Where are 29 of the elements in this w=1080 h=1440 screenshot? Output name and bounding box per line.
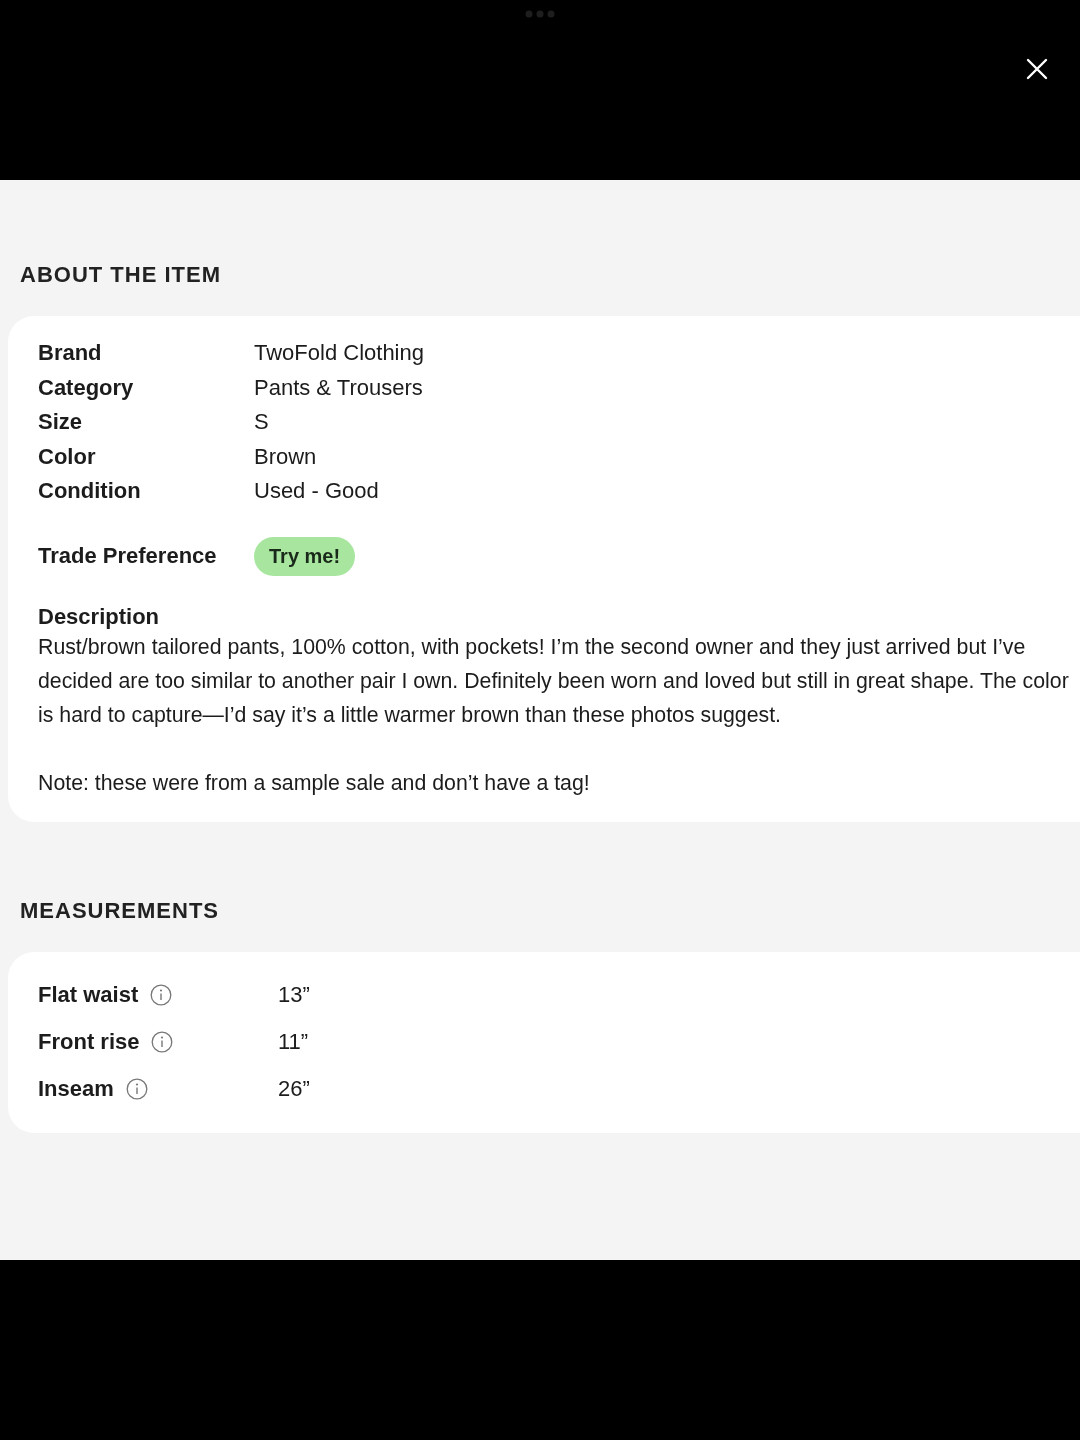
close-icon	[1026, 58, 1048, 80]
info-icon[interactable]	[125, 1078, 148, 1100]
section-heading: MEASUREMENTS	[20, 897, 220, 924]
measurement-value: 11”	[278, 1029, 309, 1055]
page-dots-icon	[524, 9, 556, 19]
info-icon[interactable]	[150, 984, 173, 1006]
measurement-value: 26”	[278, 1076, 310, 1102]
measurement-label: Inseam	[38, 1076, 114, 1102]
detail-label: Category	[38, 373, 135, 402]
measurement-label: Flat waist	[38, 982, 139, 1008]
detail-value: Pants & Trousers	[254, 373, 424, 402]
detail-label: Color	[38, 442, 97, 471]
info-icon[interactable]	[151, 1031, 174, 1053]
measurement-label: Front rise	[38, 1029, 140, 1055]
detail-value: S	[254, 408, 270, 436]
detail-value: Brown	[254, 442, 318, 471]
description-text: Note: these were from a sample sale and don’t have a tag!	[38, 769, 591, 797]
detail-value: TwoFold Clothing	[254, 339, 424, 367]
detail-value: Used - Good	[254, 477, 380, 505]
description-text: Rust/brown tailored pants, 100% cotton, with pockets! I’m the second owner and they just arrived but I’ve decided are too similar to another pair I own. Definitely been worn and loved but still in great shape. The color is hard to capture—I’d say it’s a little warmer brown than these photos suggest.	[38, 633, 1070, 729]
close-button[interactable]	[1026, 58, 1048, 80]
detail-label: Size	[38, 408, 84, 436]
detail-label: Brand	[38, 339, 103, 367]
trade-preference-label: Trade Preference	[38, 543, 218, 569]
detail-label: Condition	[38, 477, 142, 505]
measurement-value: 13”	[278, 982, 310, 1008]
trade-badge: Try me!	[254, 536, 356, 576]
description-label: Description	[38, 603, 161, 630]
section-heading: ABOUT THE ITEM	[20, 262, 222, 288]
